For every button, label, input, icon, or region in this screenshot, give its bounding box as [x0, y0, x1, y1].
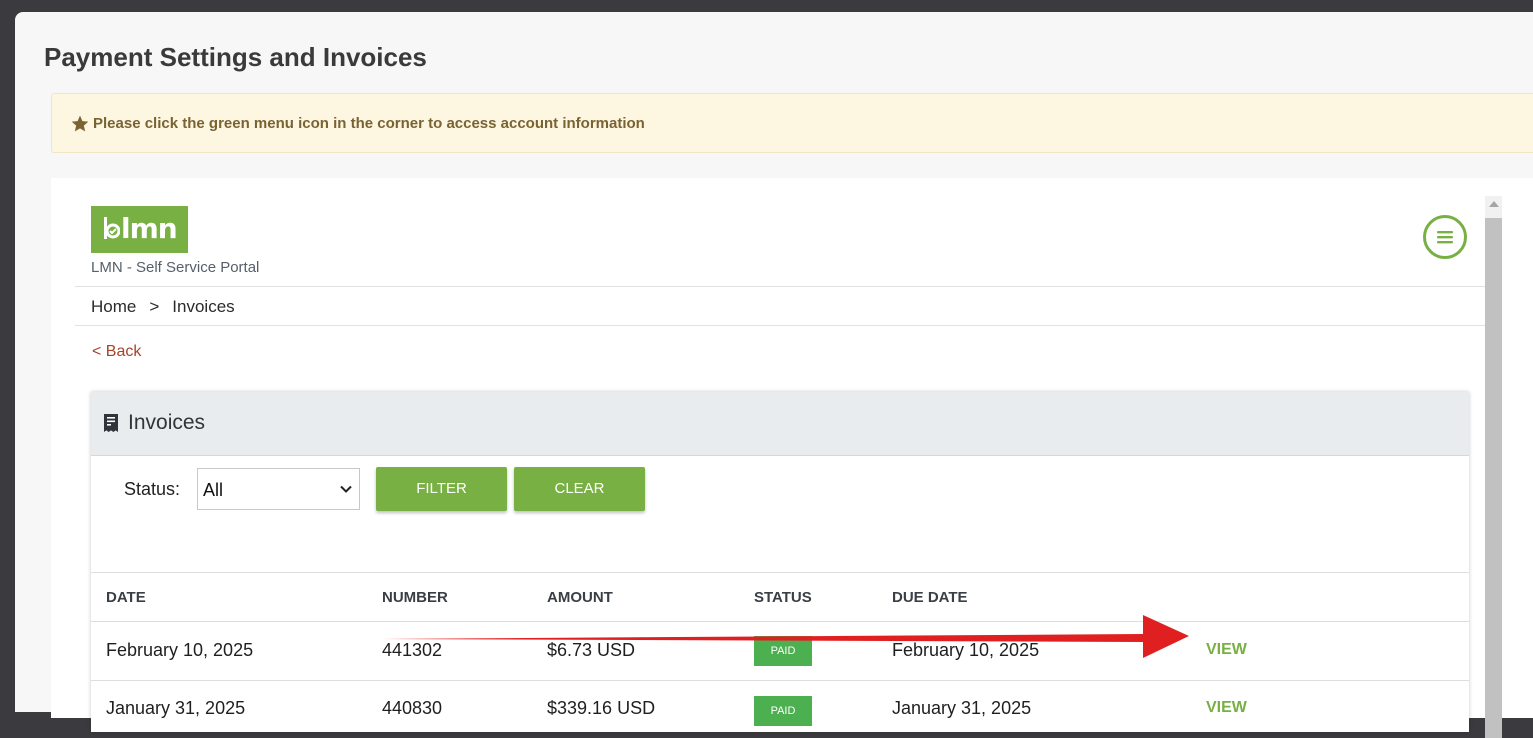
cell-number: 440830 [382, 698, 443, 718]
column-header-number: NUMBER [382, 589, 448, 606]
status-badge: PAID [754, 696, 812, 726]
cell-date: January 31, 2025 [106, 698, 246, 718]
invoices-card: Invoices Status: All FILTER CLEAR DATE N… [91, 392, 1469, 732]
status-select[interactable]: All [197, 468, 360, 510]
column-header-amount: AMOUNT [547, 589, 613, 606]
filter-button[interactable]: FILTER [376, 467, 507, 511]
cell-due-date: January 31, 2025 [892, 698, 1032, 718]
clear-button[interactable]: CLEAR [514, 467, 645, 511]
divider [75, 286, 1485, 287]
column-header-status: STATUS [754, 589, 812, 606]
chevron-down-icon [340, 485, 352, 493]
notice-text: Please click the green menu icon in the … [93, 115, 645, 132]
card-title: Invoices [128, 411, 206, 434]
scroll-up-icon[interactable] [1489, 201, 1499, 207]
invoices-card-header: Invoices [91, 392, 1469, 456]
view-invoice-link[interactable]: VIEW [1206, 699, 1247, 717]
page-title: Payment Settings and Invoices [44, 42, 427, 72]
cell-date: February 10, 2025 [106, 640, 254, 660]
scrollbar-thumb[interactable] [1485, 218, 1502, 738]
status-select-value: All [203, 480, 224, 500]
menu-button[interactable] [1423, 215, 1467, 259]
cell-amount: $339.16 USD [547, 698, 656, 718]
column-header-due-date: DUE DATE [892, 589, 968, 606]
hamburger-icon [1437, 231, 1453, 244]
status-label: Status: [124, 479, 181, 499]
receipt-icon [104, 414, 118, 432]
breadcrumb-current: Invoices [172, 297, 235, 316]
view-invoice-link[interactable]: VIEW [1206, 641, 1247, 659]
info-notice: Please click the green menu icon in the … [51, 93, 1533, 153]
row-separator [91, 680, 1469, 681]
divider [75, 325, 1485, 326]
column-header-date: DATE [106, 589, 146, 606]
breadcrumb: Home > Invoices [91, 297, 235, 317]
annotation-arrow-icon [373, 615, 1189, 658]
breadcrumb-home[interactable]: Home [91, 297, 136, 317]
logo-text: lmn [121, 212, 178, 245]
back-link[interactable]: < Back [92, 343, 141, 361]
star-icon [71, 115, 89, 132]
lmn-logo: lmn [91, 206, 188, 253]
logo-mark-icon [104, 217, 120, 239]
app-window: Payment Settings and Invoices Please cli… [15, 12, 1533, 738]
scrollbar[interactable] [1485, 196, 1502, 738]
breadcrumb-separator: > [149, 297, 160, 316]
table-top-border [91, 572, 1469, 573]
portal-name: LMN - Self Service Portal [91, 259, 260, 276]
